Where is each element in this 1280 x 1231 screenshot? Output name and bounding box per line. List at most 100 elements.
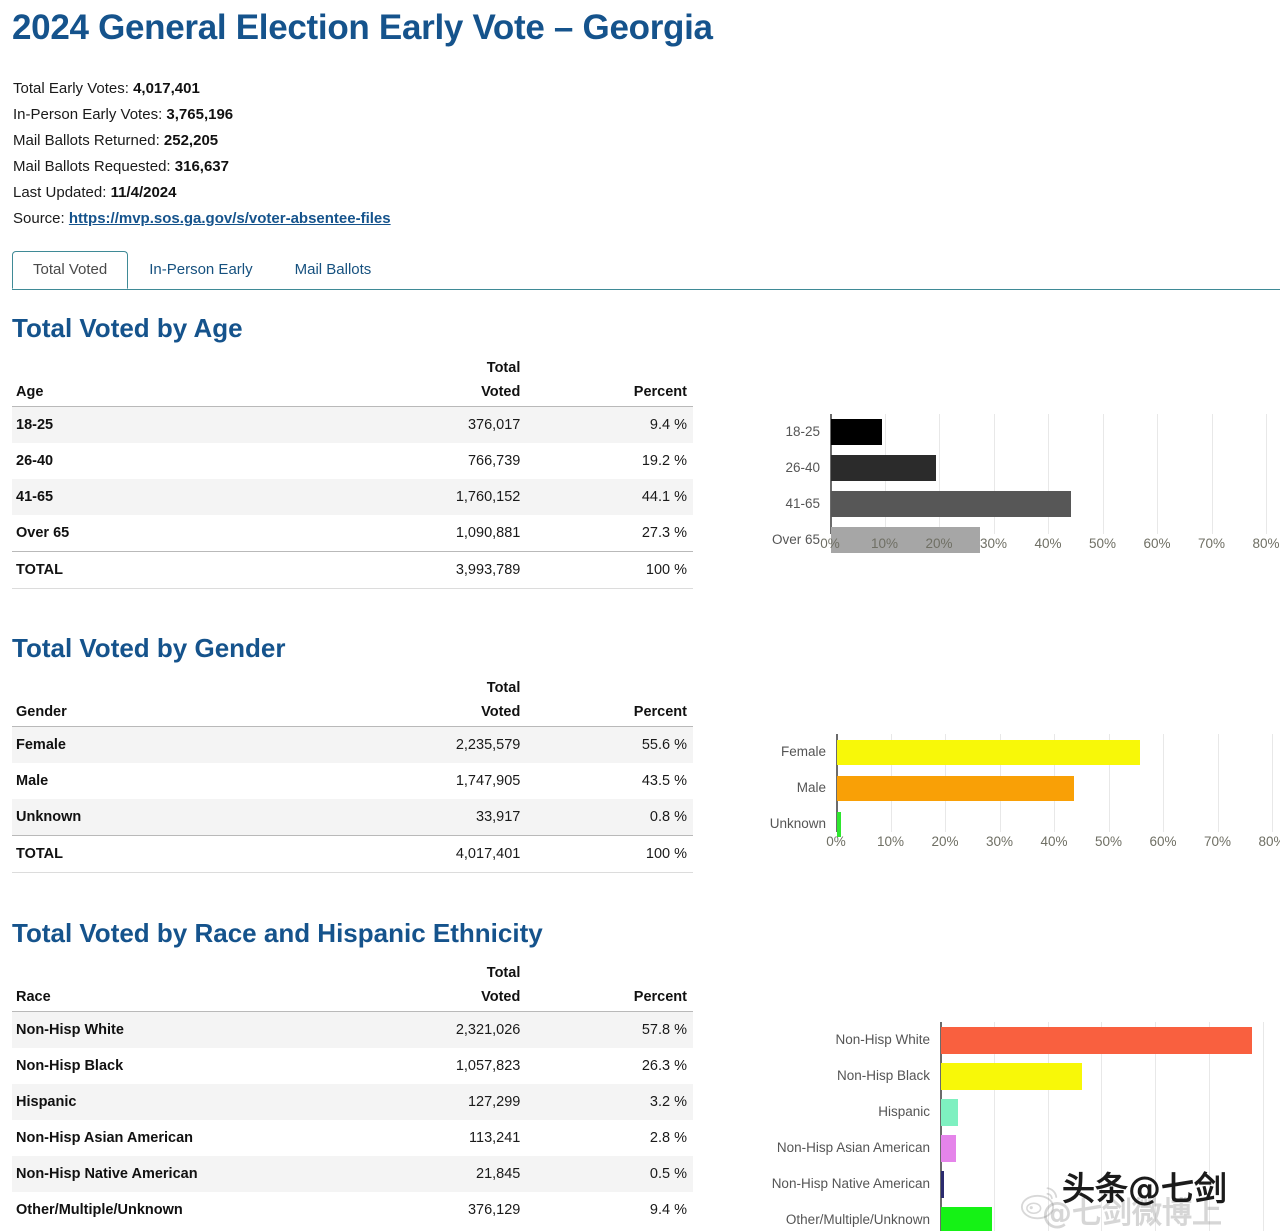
- chart-x-tick-label: 10%: [866, 834, 916, 849]
- chart-x-tick-label: 20%: [914, 536, 964, 551]
- col-header-voted: Voted: [347, 702, 530, 727]
- tab-bar: Total Voted In-Person Early Mail Ballots: [12, 251, 1280, 290]
- chart-x-tick-label: 50%: [1078, 536, 1128, 551]
- chart-bar: [831, 419, 882, 445]
- col-header-race: Race: [12, 987, 347, 1012]
- chart-x-tick-label: 10%: [860, 536, 910, 551]
- section-title-race: Total Voted by Race and Hispanic Ethnici…: [12, 918, 543, 949]
- chart-x-tick-label: 0%: [811, 834, 861, 849]
- chart-category-label: Unknown: [760, 817, 826, 831]
- tab-mail-ballots[interactable]: Mail Ballots: [274, 251, 393, 289]
- col-header-total: Total: [347, 358, 530, 382]
- chart-bar: [941, 1099, 958, 1126]
- summary-value: 4,017,401: [133, 80, 200, 97]
- chart-category-label: Male: [760, 781, 826, 795]
- col-header-age: Age: [12, 382, 347, 407]
- chart-gridline: [1163, 734, 1164, 832]
- summary-block: Total Early Votes: 4,017,401 In-Person E…: [13, 76, 391, 232]
- chart-x-tick-label: 40%: [1023, 536, 1073, 551]
- summary-label: Mail Ballots Requested:: [13, 158, 171, 175]
- chart-category-label: 18-25: [760, 425, 820, 439]
- col-header-percent: Percent: [530, 987, 693, 1012]
- chart-category-label: Hispanic: [740, 1105, 930, 1119]
- chart-gridline: [1263, 1022, 1264, 1231]
- summary-line-total-early-votes: Total Early Votes: 4,017,401: [13, 76, 391, 102]
- chart-gridline: [1218, 734, 1219, 832]
- summary-value: 11/4/2024: [111, 184, 177, 201]
- chart-bar: [941, 1027, 1252, 1054]
- summary-line-source: Source: https://mvp.sos.ga.gov/s/voter-a…: [13, 206, 391, 232]
- summary-label: Total Early Votes:: [13, 80, 129, 97]
- summary-line-mail-ballots-returned: Mail Ballots Returned: 252,205: [13, 128, 391, 154]
- chart-bar: [837, 812, 841, 837]
- table-row: Over 65 1,090,881 27.3 %: [12, 515, 693, 552]
- table-row: Non-Hisp Black 1,057,823 26.3 %: [12, 1048, 693, 1084]
- source-link[interactable]: https://mvp.sos.ga.gov/s/voter-absentee-…: [69, 210, 391, 227]
- tab-total-voted[interactable]: Total Voted: [12, 251, 128, 289]
- col-header-percent: Percent: [530, 702, 693, 727]
- summary-line-in-person-early-votes: In-Person Early Votes: 3,765,196: [13, 102, 391, 128]
- table-total-row: TOTAL 4,017,401 100 %: [12, 836, 693, 873]
- chart-bar: [941, 1135, 956, 1162]
- chart-bar: [941, 1171, 944, 1198]
- table-header-top-row: Total: [12, 678, 693, 702]
- col-header-gender: Gender: [12, 702, 347, 727]
- chart-category-label: Non-Hisp Asian American: [740, 1141, 930, 1155]
- col-header-total: Total: [347, 678, 530, 702]
- table-row: 18-25 376,017 9.4 %: [12, 407, 693, 444]
- chart-x-tick-label: 80%: [1247, 834, 1280, 849]
- table-header-row: Race Voted Percent: [12, 987, 693, 1012]
- dashboard-page: 2024 General Election Early Vote – Georg…: [0, 0, 1280, 1231]
- source-label: Source:: [13, 210, 65, 227]
- chart-bar: [941, 1207, 992, 1231]
- table-row: Unknown 33,917 0.8 %: [12, 799, 693, 836]
- summary-label: Mail Ballots Returned:: [13, 132, 160, 149]
- chart-category-label: 41-65: [760, 497, 820, 511]
- table-row: Non-Hisp Native American 21,845 0.5 %: [12, 1156, 693, 1192]
- chart-bar: [941, 1063, 1082, 1090]
- chart-x-tick-label: 70%: [1193, 834, 1243, 849]
- chart-bar: [831, 455, 936, 481]
- col-header-voted: Voted: [347, 382, 530, 407]
- chart-x-tick-label: 60%: [1132, 536, 1182, 551]
- chart-x-tick-label: 40%: [1029, 834, 1079, 849]
- table-header-top-row: Total: [12, 963, 693, 987]
- col-header-total: Total: [347, 963, 530, 987]
- table-total-row: TOTAL 3,993,789 100 %: [12, 552, 693, 589]
- col-header-percent: Percent: [530, 382, 693, 407]
- chart-category-label: Non-Hisp Native American: [740, 1177, 930, 1191]
- summary-value: 316,637: [175, 158, 229, 175]
- tab-in-person-early[interactable]: In-Person Early: [128, 251, 273, 289]
- chart-category-label: Female: [760, 745, 826, 759]
- summary-line-last-updated: Last Updated: 11/4/2024: [13, 180, 391, 206]
- chart-x-tick-label: 20%: [920, 834, 970, 849]
- chart-gridline: [1157, 414, 1158, 534]
- table-row: Male 1,747,905 43.5 %: [12, 763, 693, 799]
- chart-x-tick-label: 60%: [1138, 834, 1188, 849]
- chart-total-voted-by-gender: FemaleMaleUnknown0%10%20%30%40%50%60%70%…: [760, 728, 1280, 870]
- chart-gridline: [1266, 414, 1267, 534]
- chart-bar: [831, 491, 1071, 517]
- table-row: Other/Multiple/Unknown 376,129 9.4 %: [12, 1192, 693, 1228]
- chart-x-tick-label: 0%: [805, 536, 855, 551]
- chart-gridline: [1272, 734, 1273, 832]
- col-header-voted: Voted: [347, 987, 530, 1012]
- table-header-row: Gender Voted Percent: [12, 702, 693, 727]
- chart-x-tick-label: 30%: [969, 536, 1019, 551]
- table-total-voted-by-gender: Total Gender Voted Percent Female 2,235,…: [12, 678, 693, 873]
- chart-x-tick-label: 80%: [1241, 536, 1280, 551]
- table-row: 41-65 1,760,152 44.1 %: [12, 479, 693, 515]
- section-title-gender: Total Voted by Gender: [12, 633, 286, 664]
- chart-bar: [837, 740, 1140, 765]
- table-row: 26-40 766,739 19.2 %: [12, 443, 693, 479]
- summary-label: Last Updated:: [13, 184, 106, 201]
- summary-value: 3,765,196: [166, 106, 233, 123]
- chart-category-label: 26-40: [760, 461, 820, 475]
- section-title-age: Total Voted by Age: [12, 313, 243, 344]
- chart-bar: [837, 776, 1074, 801]
- summary-value: 252,205: [164, 132, 218, 149]
- page-title: 2024 General Election Early Vote – Georg…: [12, 8, 713, 48]
- table-total-voted-by-age: Total Age Voted Percent 18-25 376,017 9.…: [12, 358, 693, 589]
- table-header-row: Age Voted Percent: [12, 382, 693, 407]
- chart-category-label: Other/Multiple/Unknown: [740, 1213, 930, 1227]
